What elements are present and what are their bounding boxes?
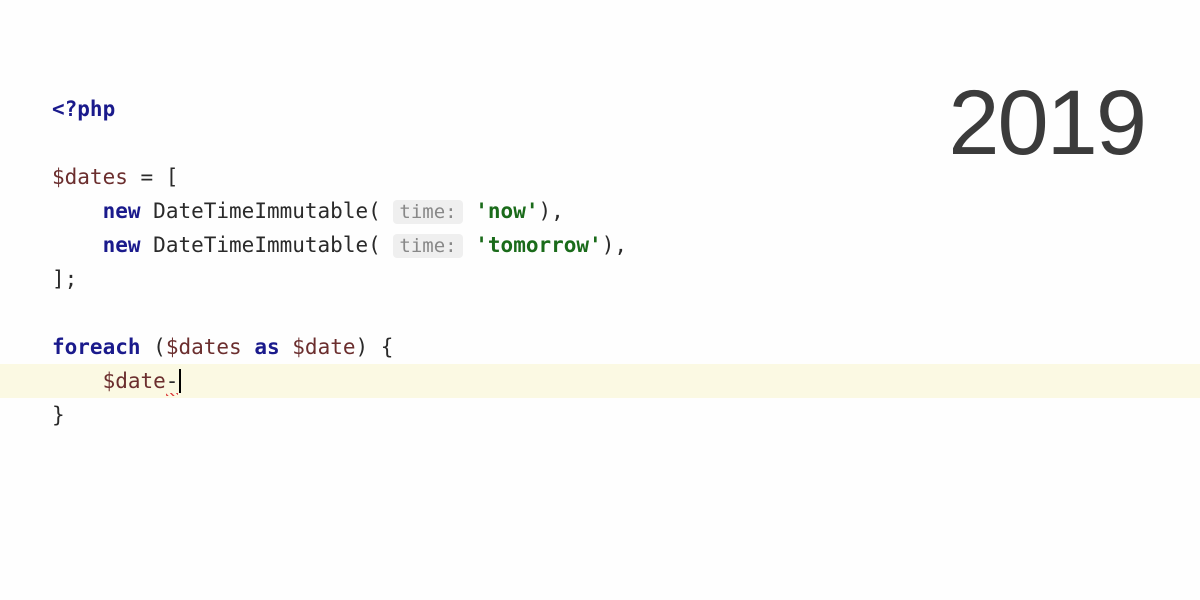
code-line: $dates = [ [0,160,1200,194]
active-code-line: $date- [0,364,1200,398]
new-keyword: new [103,233,141,257]
foreach-keyword: foreach [52,335,141,359]
code-line [0,126,1200,160]
brace-open: { [381,335,394,359]
new-keyword: new [103,199,141,223]
as-keyword: as [254,335,279,359]
variable-date: $date [103,369,166,393]
class-name: DateTimeImmutable [153,233,368,257]
code-line [0,296,1200,330]
class-name: DateTimeImmutable [153,199,368,223]
assign-bracket: = [ [128,165,179,189]
string-literal: 'tomorrow' [475,233,601,257]
param-hint: time: [393,234,462,258]
code-line: } [0,398,1200,432]
variable-date: $date [292,335,355,359]
arrow-partial: - [166,369,179,393]
code-line: new DateTimeImmutable( time: 'now'), [0,194,1200,228]
param-hint: time: [393,200,462,224]
variable-dates: $dates [52,165,128,189]
brace-close: } [52,403,65,427]
code-line: ]; [0,262,1200,296]
close-array: ]; [52,267,77,291]
code-line: <?php [0,92,1200,126]
variable-dates: $dates [166,335,242,359]
text-cursor [179,369,181,393]
code-editor[interactable]: <?php $dates = [ new DateTimeImmutable( … [0,92,1200,432]
string-literal: 'now' [475,199,538,223]
php-open-tag: <?php [52,97,115,121]
code-line: new DateTimeImmutable( time: 'tomorrow')… [0,228,1200,262]
code-line: foreach ($dates as $date) { [0,330,1200,364]
